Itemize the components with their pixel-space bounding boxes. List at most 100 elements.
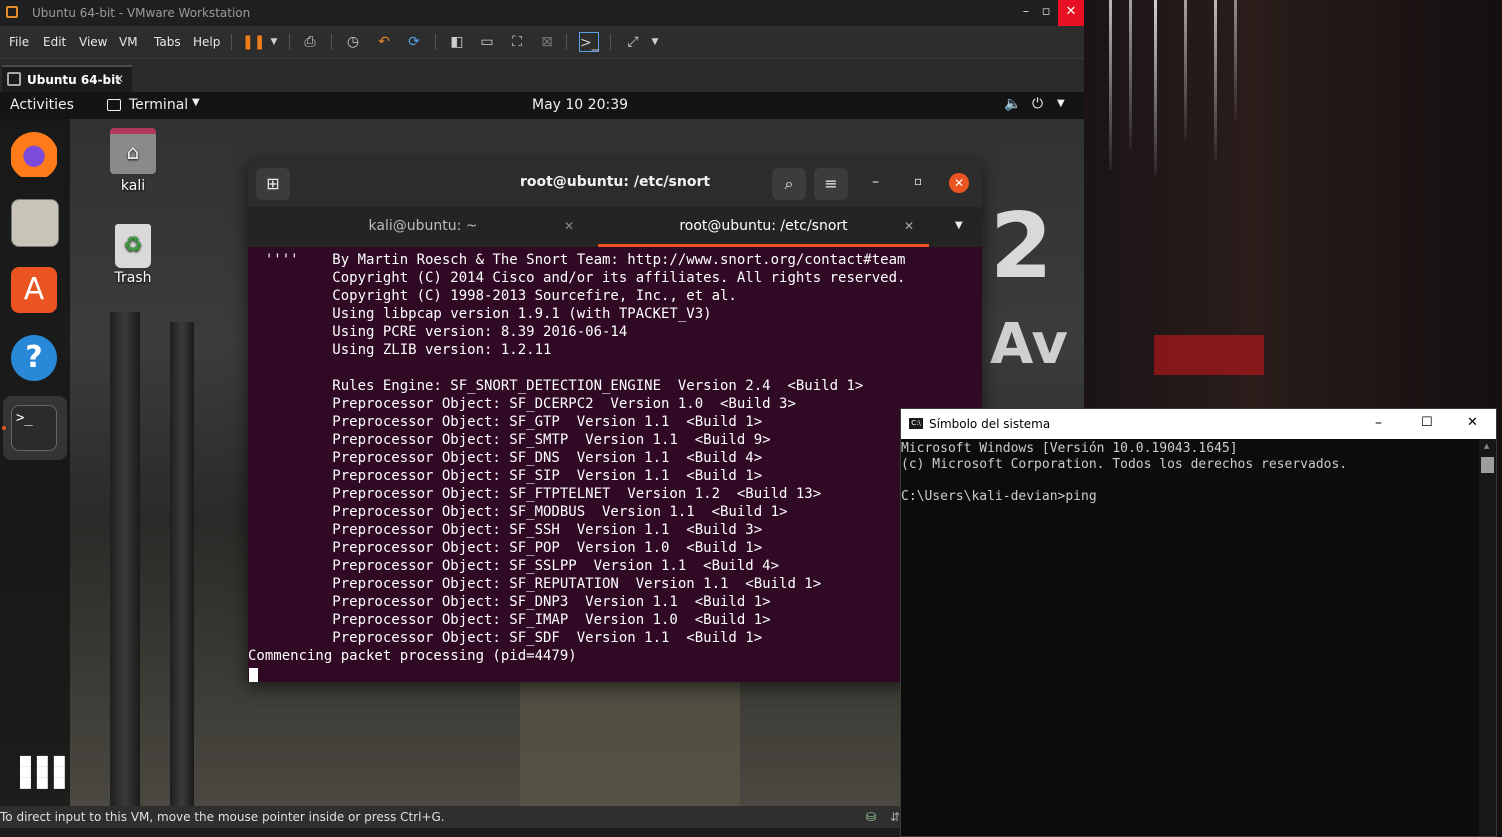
files-icon[interactable] [11,199,59,247]
toolbar-separator [331,34,332,50]
cmd-titlebar: C:\ Símbolo del sistema – ☐ ✕ [901,409,1496,439]
chevron-down-icon[interactable]: ▼ [192,97,200,108]
system-menu-chevron-icon[interactable]: ▼ [1057,98,1065,109]
console-view-icon[interactable]: >_ [579,32,599,52]
vm-tab-label: Ubuntu 64-bit [27,73,121,87]
cmd-app-icon: C:\ [909,418,923,429]
terminal-line: Preprocessor Object: SF_SSLPP Version 1.… [248,558,780,574]
terminal-line: Copyright (C) 1998-2013 Sourcefire, Inc.… [248,288,737,304]
terminal-headerbar: ⊞ root@ubuntu: /etc/snort ⌕ ≡ – ▫ ✕ [248,160,982,207]
terminal-line: Preprocessor Object: SF_SSH Version 1.1 … [248,522,763,538]
tabs-menu-chevron-icon[interactable]: ▼ [955,220,963,231]
toolbar-separator [566,34,567,50]
desktop-icon-label: Trash [114,270,152,286]
scroll-up-arrow-icon[interactable]: ▲ [1484,442,1489,450]
help-icon[interactable]: ? [11,335,57,381]
show-library-icon[interactable]: ◧ [447,32,467,52]
full-screen-icon[interactable]: ⛶ [507,32,527,52]
terminal-line: Preprocessor Object: SF_FTPTELNET Versio… [248,486,822,502]
toolbar-separator [435,34,436,50]
terminal-line: Preprocessor Object: SF_SDF Version 1.1 … [248,630,763,646]
cmd-output[interactable]: Microsoft Windows [Versión 10.0.19043.16… [901,439,1479,836]
close-button[interactable]: ✕ [1058,0,1084,26]
tab-close-button[interactable]: ✕ [904,207,914,245]
snapshot-manager-icon[interactable]: ⟳ [404,32,424,52]
terminal-line: Preprocessor Object: SF_DCERPC2 Version … [248,396,796,412]
unity-icon[interactable]: ⊠ [537,32,557,52]
power-icon[interactable]: ⏻ [1032,96,1043,112]
vmware-titlebar: Ubuntu 64-bit - VMware Workstation – ▫ ✕ [0,0,1084,26]
menu-view[interactable]: View [79,35,107,49]
close-button[interactable]: ✕ [949,173,969,193]
vmware-window-title: Ubuntu 64-bit - VMware Workstation [32,6,251,20]
vmware-tab-bar: Ubuntu 64-bit ✕ [0,58,1084,93]
toolbar-separator [610,34,611,50]
send-ctrl-alt-del-icon[interactable]: ⎙ [300,32,320,52]
app-menu-terminal[interactable]: Terminal [129,97,188,113]
terminal-line: Preprocessor Object: SF_DNP3 Version 1.1… [248,594,771,610]
toolbar-separator [231,34,232,50]
stretch-guest-icon[interactable]: ⤢ [623,32,643,52]
chevron-down-icon[interactable]: ▼ [264,32,284,52]
firefox-icon[interactable] [11,131,57,177]
running-indicator [2,426,6,430]
tab-close-button[interactable]: ✕ [114,72,124,86]
cmd-window[interactable]: C:\ Símbolo del sistema – ☐ ✕ Microsoft … [900,408,1497,837]
search-button[interactable]: ⌕ [772,168,806,200]
tab-close-button[interactable]: ✕ [564,207,574,245]
terminal-output[interactable]: '''' By Martin Roesch & The Snort Team: … [248,247,982,682]
revert-snapshot-icon[interactable]: ↶ [374,32,394,52]
ubuntu-dock: A ? >_ ▪▪▪ ▪▪▪ ▪▪▪ [0,119,70,806]
minimize-button[interactable]: – [872,174,879,190]
activities-button[interactable]: Activities [10,97,74,113]
desktop-icon-kali[interactable]: ⌂ kali [98,128,168,194]
chevron-down-icon[interactable]: ▼ [645,32,665,52]
desktop-icon-label: kali [120,178,146,194]
scrollbar-thumb[interactable] [1481,457,1494,473]
home-folder-icon: ⌂ [110,128,156,174]
terminal-line: Using PCRE version: 8.39 2016-06-14 [248,324,628,340]
tab-label: kali@ubuntu: ~ [368,218,478,234]
terminal-line: Using libpcap version 1.9.1 (with TPACKE… [248,306,712,322]
terminal-line: Copyright (C) 2014 Cisco and/or its affi… [248,270,906,286]
cmd-prompt-line: C:\Users\kali-devian>ping [901,489,1097,504]
pause-icon[interactable]: ❚❚ [242,32,265,52]
maximize-button[interactable]: ☐ [1421,415,1433,430]
vmware-logo-icon [6,6,18,18]
text-cursor [249,668,258,682]
network-icon[interactable]: ⇵ [890,806,900,828]
cmd-scrollbar[interactable]: ▲ [1479,439,1496,836]
terminal-tab-bar: kali@ubuntu: ~ ✕ root@ubuntu: /etc/snort… [248,207,982,247]
terminal-line: Rules Engine: SF_SNORT_DETECTION_ENGINE … [248,378,864,394]
tab-ubuntu-64-bit[interactable]: Ubuntu 64-bit ✕ [2,65,132,93]
menu-edit[interactable]: Edit [43,35,66,49]
terminal-line: Preprocessor Object: SF_POP Version 1.0 … [248,540,763,556]
maximize-button[interactable]: ▫ [914,174,922,188]
hamburger-menu-button[interactable]: ≡ [814,168,848,200]
volume-icon[interactable]: 🔈 [1004,96,1021,112]
menu-help[interactable]: Help [193,35,220,49]
desktop-icon-trash[interactable]: ♻ Trash [98,224,168,286]
terminal-line: Preprocessor Object: SF_MODBUS Version 1… [248,504,788,520]
menu-vm[interactable]: VM [119,35,138,49]
close-button[interactable]: ✕ [1467,415,1478,430]
terminal-line: Preprocessor Object: SF_IMAP Version 1.0… [248,612,771,628]
menu-file[interactable]: File [9,35,29,49]
snapshot-icon[interactable]: ◷ [343,32,363,52]
terminal-icon[interactable]: >_ [11,405,57,451]
status-hint: To direct input to this VM, move the mou… [0,810,445,824]
toolbar-separator [289,34,290,50]
hard-disk-icon[interactable]: ⛁ [866,806,876,828]
terminal-window[interactable]: ⊞ root@ubuntu: /etc/snort ⌕ ≡ – ▫ ✕ kali… [248,160,982,682]
ubuntu-top-bar: Activities Terminal ▼ May 10 20:39 🔈 ⏻ ▼ [0,92,1084,119]
software-center-icon[interactable]: A [11,267,57,313]
thumbnail-bar-icon[interactable]: ▭ [477,32,497,52]
menu-tabs[interactable]: Tabs [154,35,181,49]
tab-root-snort[interactable]: root@ubuntu: /etc/snort ✕ [598,207,929,247]
background-sign-av: Av [990,312,1068,377]
show-applications-icon[interactable]: ▪▪▪ ▪▪▪ ▪▪▪ [18,750,67,794]
tab-kali-home[interactable]: kali@ubuntu: ~ ✕ [248,207,598,247]
minimize-button[interactable]: – [1375,415,1382,431]
background-platform [520,682,740,806]
clock[interactable]: May 10 20:39 [532,97,628,113]
